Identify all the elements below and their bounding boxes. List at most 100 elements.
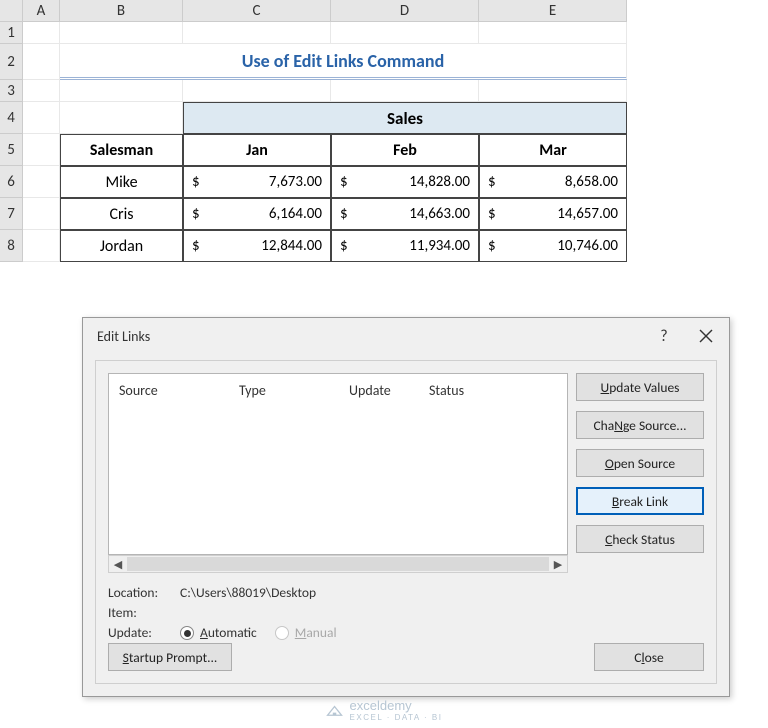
month-header[interactable]: Jan <box>183 134 331 166</box>
help-button[interactable]: ? <box>643 319 685 353</box>
month-header[interactable]: Feb <box>331 134 479 166</box>
cell-money[interactable]: $8,658.00 <box>479 166 627 198</box>
cell-money[interactable]: $14,663.00 <box>331 198 479 230</box>
links-listbox[interactable]: Source Type Update Status <box>108 373 568 555</box>
amount: 8,658.00 <box>565 173 620 191</box>
startup-prompt-button[interactable]: Startup Prompt... <box>108 643 232 671</box>
currency-symbol: $ <box>486 237 496 255</box>
horizontal-scrollbar[interactable]: ◀ ▶ <box>108 555 568 573</box>
cell[interactable] <box>23 44 60 80</box>
dialog-title: Edit Links <box>97 328 643 345</box>
dialog-titlebar[interactable]: Edit Links ? <box>83 318 729 354</box>
salesman-name[interactable]: Jordan <box>60 230 183 262</box>
row-header-2[interactable]: 2 <box>0 44 23 80</box>
close-icon[interactable] <box>685 319 727 353</box>
cell[interactable] <box>331 22 479 44</box>
row-header-6[interactable]: 6 <box>0 166 23 198</box>
col-header-E[interactable]: E <box>479 0 627 22</box>
scroll-track[interactable] <box>127 557 549 571</box>
cell-money[interactable]: $10,746.00 <box>479 230 627 262</box>
currency-symbol: $ <box>190 205 200 223</box>
cell[interactable] <box>60 80 183 102</box>
cell[interactable] <box>23 22 60 44</box>
cell-money[interactable]: $7,673.00 <box>183 166 331 198</box>
edit-links-dialog: Edit Links ? Source Type Update Status ◀… <box>82 317 730 697</box>
accelerator: l <box>641 649 644 666</box>
currency-symbol: $ <box>338 237 348 255</box>
row-header-8[interactable]: 8 <box>0 230 23 262</box>
amount: 11,934.00 <box>409 237 472 255</box>
cell[interactable] <box>60 102 183 134</box>
item-label: Item: <box>108 603 172 623</box>
dialog-body: Source Type Update Status ◀ ▶ Update Val… <box>95 360 717 684</box>
radio-manual: Manual <box>275 623 337 643</box>
cell-money[interactable]: $14,657.00 <box>479 198 627 230</box>
check-status-button[interactable]: Check Status <box>576 525 704 553</box>
cell-money[interactable]: $11,934.00 <box>331 230 479 262</box>
watermark-brand: exceldemy <box>350 698 443 713</box>
row-header-3[interactable]: 3 <box>0 80 23 102</box>
accelerator: S <box>123 649 129 666</box>
col-header-B[interactable]: B <box>60 0 183 22</box>
spreadsheet-grid: A B C D E 1 2 Use of Edit Links Command … <box>0 0 768 262</box>
dialog-info: Location:C:\Users\88019\Desktop Item: Up… <box>108 583 337 643</box>
accelerator: C <box>605 531 612 548</box>
scroll-right-icon[interactable]: ▶ <box>549 556 567 572</box>
amount: 14,657.00 <box>557 205 620 223</box>
list-header: Source Type Update Status <box>109 374 567 405</box>
cell[interactable] <box>479 80 627 102</box>
logo-icon <box>326 703 344 717</box>
close-button[interactable]: Close <box>594 643 704 671</box>
page-title[interactable]: Use of Edit Links Command <box>60 44 627 80</box>
col-type[interactable]: Type <box>239 382 349 399</box>
accelerator: A <box>200 624 208 641</box>
salesman-name[interactable]: Mike <box>60 166 183 198</box>
col-source[interactable]: Source <box>119 382 239 399</box>
sales-header[interactable]: Sales <box>183 102 627 134</box>
change-source-button[interactable]: ChaNge Source... <box>576 411 704 439</box>
accelerator: O <box>605 455 614 472</box>
cell[interactable] <box>183 80 331 102</box>
col-header-A[interactable]: A <box>23 0 60 22</box>
row-header-7[interactable]: 7 <box>0 198 23 230</box>
cell[interactable] <box>183 22 331 44</box>
month-header[interactable]: Mar <box>479 134 627 166</box>
col-header-D[interactable]: D <box>331 0 479 22</box>
cell[interactable] <box>23 166 60 198</box>
currency-symbol: $ <box>338 205 348 223</box>
row-header-1[interactable]: 1 <box>0 22 23 44</box>
break-link-button[interactable]: Break Link <box>576 487 704 515</box>
cell[interactable] <box>23 230 60 262</box>
col-status[interactable]: Status <box>429 382 557 399</box>
col-header-C[interactable]: C <box>183 0 331 22</box>
cell[interactable] <box>23 134 60 166</box>
open-source-button[interactable]: Open Source <box>576 449 704 477</box>
amount: 14,828.00 <box>409 173 472 191</box>
cell[interactable] <box>479 22 627 44</box>
row-header-4[interactable]: 4 <box>0 102 23 134</box>
accelerator: U <box>601 379 610 396</box>
accelerator: B <box>612 493 619 510</box>
cell-money[interactable]: $12,844.00 <box>183 230 331 262</box>
radio-dot-on-icon <box>180 626 194 640</box>
accelerator: N <box>614 417 623 434</box>
select-all-corner[interactable] <box>0 0 23 22</box>
radio-automatic[interactable]: Automatic <box>180 623 257 643</box>
salesman-header[interactable]: Salesman <box>60 134 183 166</box>
cell[interactable] <box>60 22 183 44</box>
accelerator: M <box>295 624 307 641</box>
currency-symbol: $ <box>486 205 496 223</box>
cell[interactable] <box>23 80 60 102</box>
update-values-button[interactable]: Update Values <box>576 373 704 401</box>
cell[interactable] <box>23 198 60 230</box>
cell[interactable] <box>23 102 60 134</box>
scroll-left-icon[interactable]: ◀ <box>109 556 127 572</box>
cell-money[interactable]: $14,828.00 <box>331 166 479 198</box>
currency-symbol: $ <box>190 237 200 255</box>
row-header-5[interactable]: 5 <box>0 134 23 166</box>
col-update[interactable]: Update <box>349 382 429 399</box>
watermark: exceldemy EXCEL · DATA · BI <box>326 698 443 722</box>
cell[interactable] <box>331 80 479 102</box>
cell-money[interactable]: $6,164.00 <box>183 198 331 230</box>
salesman-name[interactable]: Cris <box>60 198 183 230</box>
